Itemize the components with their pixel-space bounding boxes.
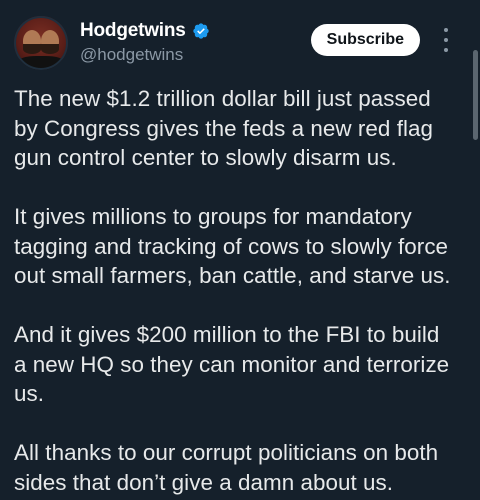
tweet-text: The new $1.2 trillion dollar bill just p… (14, 84, 464, 497)
author-display-name[interactable]: Hodgetwins (80, 20, 186, 42)
tweet-paragraph: The new $1.2 trillion dollar bill just p… (14, 86, 433, 170)
more-vertical-icon[interactable] (440, 28, 452, 52)
tweet-paragraph: All thanks to our corrupt politicians on… (14, 440, 439, 495)
avatar[interactable] (14, 16, 68, 70)
verified-badge-icon (192, 22, 210, 40)
tweet-paragraph: And it gives $200 million to the FBI to … (14, 322, 450, 406)
tweet-paragraph: It gives millions to groups for mandator… (14, 204, 451, 288)
tweet-card: Hodgetwins @hodgetwins Subscribe The new… (0, 0, 480, 500)
author-handle[interactable]: @hodgetwins (80, 45, 210, 65)
subscribe-button[interactable]: Subscribe (310, 24, 420, 56)
author-info: Hodgetwins @hodgetwins (80, 20, 210, 65)
tweet-header: Hodgetwins @hodgetwins Subscribe (14, 14, 464, 72)
scrollbar[interactable] (473, 50, 478, 140)
